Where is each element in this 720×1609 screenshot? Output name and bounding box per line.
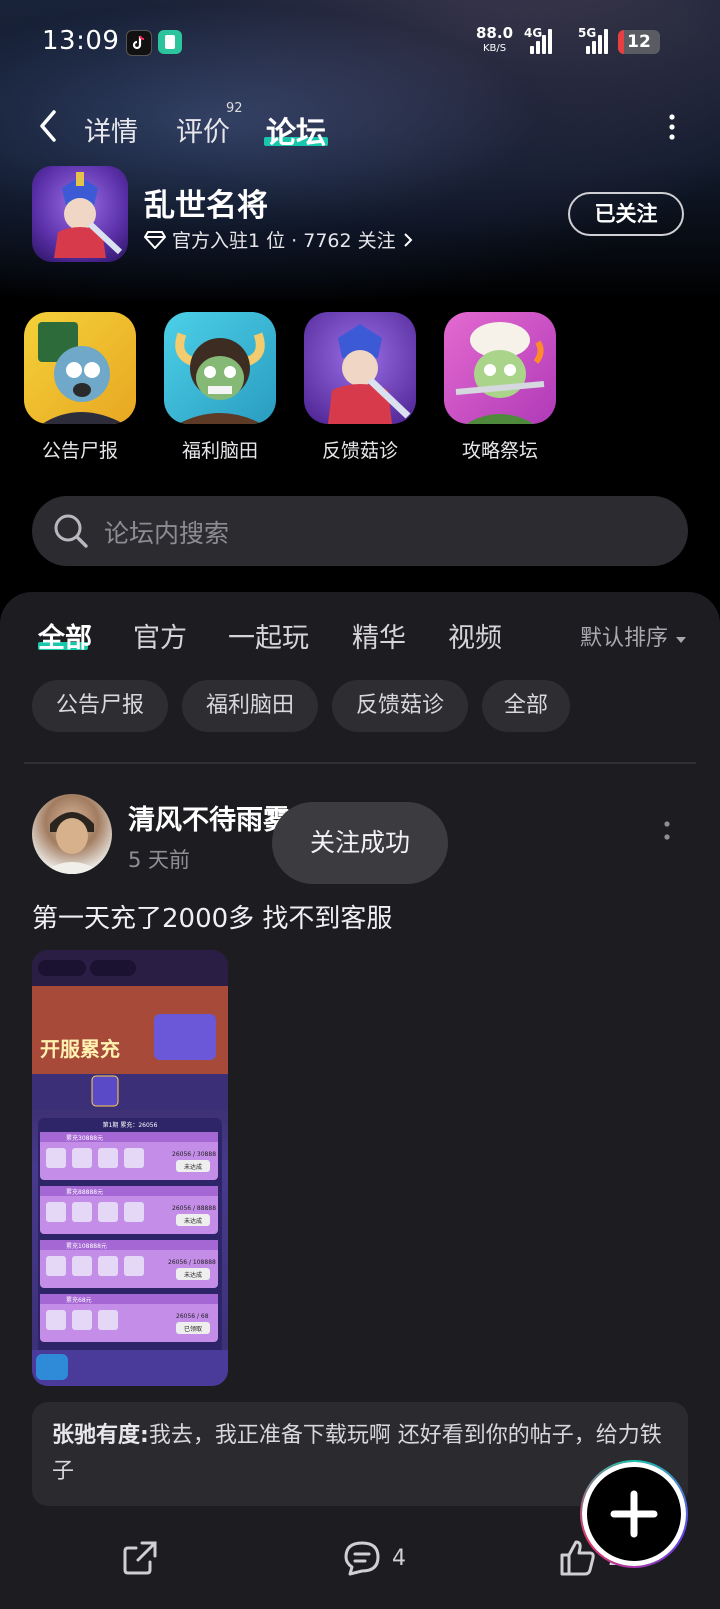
comment-count: 4	[392, 1545, 406, 1571]
tab-reviews[interactable]: 评价	[176, 110, 230, 149]
tab-forum[interactable]: 论坛	[266, 108, 326, 152]
battery-level: 12	[627, 32, 651, 52]
section-label: 公告尸报	[41, 440, 118, 462]
image-row-progress: 26056 / 108888	[168, 1259, 216, 1266]
image-row-status: 未达成	[184, 1163, 202, 1171]
image-banner-text: 开服累充	[40, 1037, 120, 1061]
network-speed: 88.0 KB/S	[476, 26, 513, 56]
chip-announcement[interactable]: 公告尸报	[32, 680, 168, 732]
image-row-progress: 26056 / 68	[176, 1313, 209, 1320]
post-more-icon[interactable]	[662, 820, 672, 842]
image-row-status: 已领取	[184, 1325, 202, 1333]
section-label: 反馈菇诊	[321, 440, 398, 462]
post-time: 5 天前	[128, 848, 191, 872]
feed-tab-all[interactable]: 全部	[38, 616, 92, 655]
comment-author: 张驰有度:	[52, 1423, 149, 1448]
zombie-chief-icon	[164, 312, 276, 424]
chip-feedback[interactable]: 反馈菇诊	[332, 680, 468, 732]
back-icon[interactable]	[34, 108, 64, 144]
chip-all[interactable]: 全部	[482, 680, 570, 732]
divider	[24, 762, 696, 764]
image-row-status: 未达成	[184, 1271, 202, 1279]
game-meta-link[interactable]: 官方入驻1 位 · 7762 关注	[144, 226, 414, 253]
image-row-tier: 累充88888元	[66, 1188, 103, 1196]
image-reward-row: 累充88888元 26056 / 88888 未达成	[40, 1186, 218, 1234]
app-notification-icon	[158, 30, 182, 54]
section-feedback[interactable]: 反馈菇诊	[304, 312, 416, 463]
image-reward-row: 累充108888元 26056 / 108888 未达成	[40, 1240, 218, 1288]
sort-dropdown[interactable]: 默认排序	[580, 620, 687, 652]
section-guides[interactable]: 攻略祭坛	[444, 312, 556, 463]
image-reward-row: 累充30888元 26056 / 30888 未达成	[40, 1132, 218, 1180]
comment-button[interactable]: 4	[342, 1538, 406, 1578]
sort-label: 默认排序	[580, 626, 669, 651]
toast-follow-success: 关注成功	[272, 802, 448, 884]
section-label: 福利脑田	[181, 440, 258, 462]
image-row-tier: 累充108888元	[66, 1242, 107, 1250]
feed-tab-featured[interactable]: 精华	[352, 616, 406, 655]
status-time: 13:09	[42, 26, 120, 56]
game-meta-text: 官方入驻1 位 · 7762 关注	[172, 230, 396, 252]
signal-4g-icon: 4G	[524, 26, 554, 54]
game-title: 乱世名将	[144, 188, 268, 224]
network-speed-value: 88.0	[476, 24, 514, 42]
network-speed-unit: KB/S	[482, 43, 507, 54]
post-text[interactable]: 第一天充了2000多 找不到客服	[32, 898, 392, 935]
section-label: 攻略祭坛	[461, 440, 538, 462]
plus-icon	[610, 1490, 658, 1538]
search-icon	[52, 512, 90, 554]
image-progress-text: 第1期 累充：26056	[103, 1121, 158, 1129]
reviews-count-badge: 92	[226, 101, 243, 116]
share-button[interactable]	[120, 1538, 160, 1578]
image-row-tier: 累充68元	[66, 1296, 92, 1304]
create-post-button-core[interactable]	[582, 1462, 686, 1566]
game-icon[interactable]	[32, 166, 128, 262]
feed-tab-play-together[interactable]: 一起玩	[228, 616, 309, 655]
tiktok-notification-icon	[126, 30, 152, 56]
post-author[interactable]: 清风不待雨雾	[128, 798, 290, 837]
general-hero-icon	[304, 312, 416, 424]
post-image[interactable]: 开服累充 第1期 累充：26056 累充30888元 26056 / 30888…	[32, 950, 228, 1386]
hot-comment-text: 张驰有度:我去，我正准备下载玩啊 还好看到你的帖子，给力铁子	[52, 1418, 672, 1490]
image-reward-row: 累充68元 26056 / 68 已领取	[40, 1294, 218, 1342]
network-type-5g: 5G	[578, 26, 597, 40]
comment-icon	[344, 1541, 380, 1576]
share-icon	[123, 1541, 157, 1575]
zombie-chef-icon	[444, 312, 556, 424]
image-row-status: 未达成	[184, 1217, 202, 1225]
zombie-announcer-icon	[24, 312, 136, 424]
image-row-progress: 26056 / 88888	[172, 1205, 216, 1212]
chevron-right-icon	[403, 232, 413, 247]
follow-button[interactable]: 已关注	[568, 192, 684, 236]
image-row-tier: 累充30888元	[66, 1134, 103, 1142]
battery-icon: 12	[618, 30, 660, 54]
chip-welfare[interactable]: 福利脑田	[182, 680, 318, 732]
section-announcement[interactable]: 公告尸报	[24, 312, 136, 463]
image-row-progress: 26056 / 30888	[172, 1151, 216, 1158]
more-menu-icon[interactable]	[664, 112, 680, 142]
feed-tab-official[interactable]: 官方	[133, 616, 187, 655]
author-avatar[interactable]	[32, 794, 112, 874]
network-type-4g: 4G	[524, 26, 543, 40]
feed-tab-video[interactable]: 视频	[448, 616, 502, 655]
section-welfare[interactable]: 福利脑田	[164, 312, 276, 463]
diamond-icon	[144, 230, 166, 249]
tab-details[interactable]: 详情	[84, 110, 138, 149]
caret-down-icon	[676, 637, 687, 643]
signal-5g-icon: 5G	[578, 26, 610, 54]
search-placeholder: 论坛内搜索	[104, 519, 230, 548]
